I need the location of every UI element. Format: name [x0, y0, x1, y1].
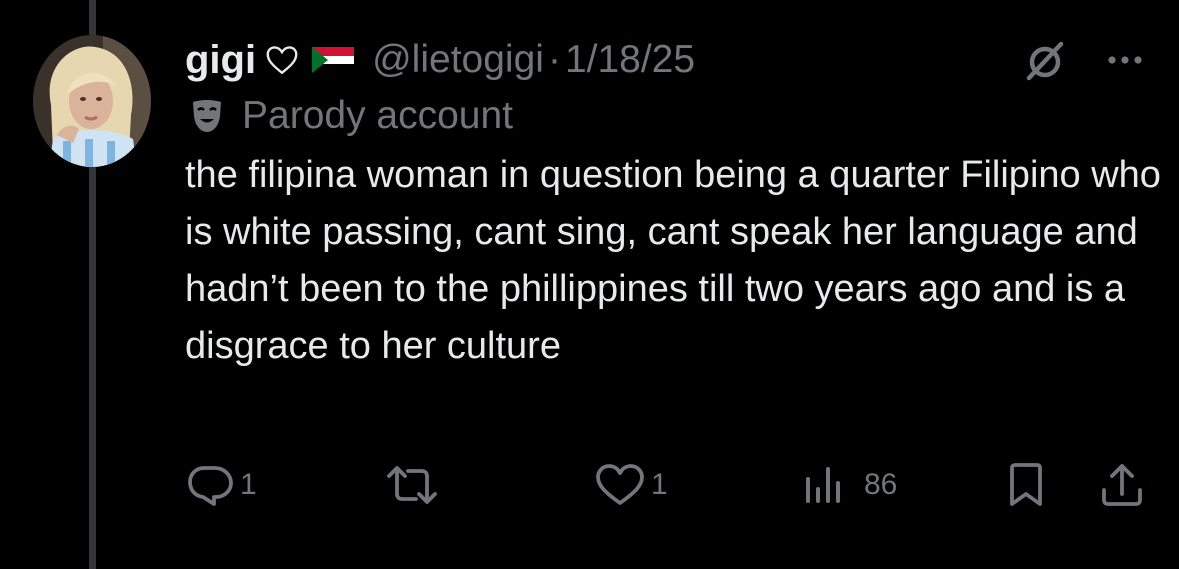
separator-dot: · — [547, 38, 561, 81]
views-button[interactable]: 86 — [804, 460, 897, 510]
share-button[interactable] — [1100, 460, 1144, 510]
bookmark-button[interactable] — [1007, 460, 1045, 510]
avatar-image — [33, 35, 151, 167]
more-options-icon[interactable] — [1107, 54, 1143, 66]
parody-label-text: Parody account — [242, 94, 514, 137]
post-text: the filipina woman in question being a q… — [185, 154, 1161, 367]
parody-mask-icon — [190, 98, 224, 134]
display-name[interactable]: gigi — [185, 38, 256, 83]
repost-icon — [387, 466, 437, 504]
views-chart-icon — [806, 467, 840, 503]
like-count: 1 — [651, 468, 668, 501]
share-icon — [1102, 464, 1142, 506]
like-button[interactable]: 1 — [595, 460, 668, 510]
user-handle[interactable]: @lietogigi — [372, 38, 544, 82]
post-header: gigi @lietogigi · 1/18/25 — [185, 32, 695, 88]
avatar[interactable] — [33, 35, 151, 167]
post-date[interactable]: 1/18/25 — [565, 38, 695, 82]
reply-icon — [188, 466, 233, 506]
view-count: 86 — [864, 468, 898, 501]
bookmark-icon — [1010, 463, 1042, 506]
action-bar: 1 1 86 — [0, 460, 1179, 510]
reply-count: 1 — [240, 468, 257, 501]
heart-icon — [596, 464, 644, 505]
post-top-actions — [1023, 38, 1143, 82]
heart-outline-icon — [264, 42, 300, 78]
repost-button[interactable] — [386, 460, 444, 510]
sudan-flag-icon — [312, 47, 355, 73]
reply-button[interactable]: 1 — [186, 460, 257, 510]
grok-icon[interactable] — [1023, 38, 1067, 82]
parody-label: Parody account — [190, 92, 513, 140]
